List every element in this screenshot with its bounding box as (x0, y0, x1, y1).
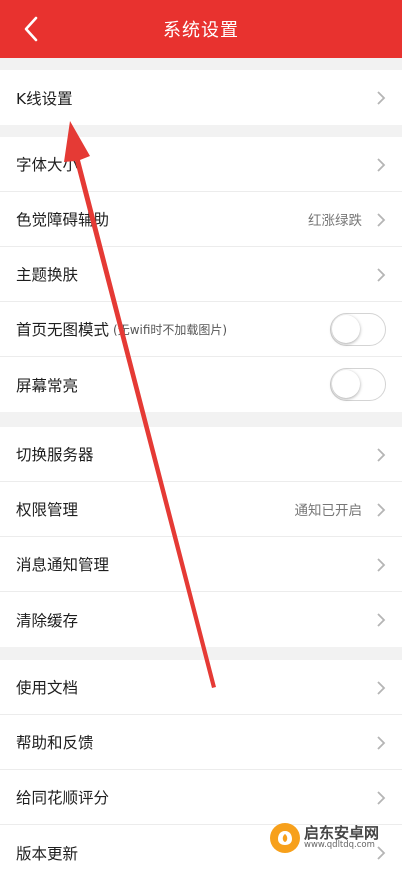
settings-row-docs[interactable]: 使用文档 (0, 660, 402, 715)
chevron-right-icon (377, 613, 386, 627)
chevron-right-icon (377, 268, 386, 282)
row-hint: (无wifi时不加载图片) (113, 322, 228, 337)
settings-row-notifications[interactable]: 消息通知管理 (0, 537, 402, 592)
row-label: 首页无图模式 (16, 321, 110, 339)
settings-row-no-image-mode: 首页无图模式 (无wifi时不加载图片) (0, 302, 402, 357)
chevron-right-icon (377, 558, 386, 572)
row-label: 主题换肤 (16, 266, 79, 284)
row-label: 色觉障碍辅助 (16, 211, 110, 229)
settings-group-display: 字体大小 色觉障碍辅助 红涨绿跌 主题换肤 首页无图模式 (无wifi时不加载图… (0, 137, 402, 412)
settings-row-permissions[interactable]: 权限管理 通知已开启 (0, 482, 402, 537)
row-label: 版本更新 (16, 844, 79, 863)
back-button[interactable] (14, 12, 48, 46)
settings-row-switch-server[interactable]: 切换服务器 (0, 427, 402, 482)
chevron-right-icon (377, 91, 386, 105)
row-label: 使用文档 (16, 679, 79, 697)
chevron-right-icon (377, 681, 386, 695)
screen-awake-toggle[interactable] (330, 368, 386, 401)
chevron-right-icon (377, 736, 386, 750)
toggle-knob (332, 370, 360, 398)
row-label: 清除缓存 (16, 611, 79, 630)
row-label: 权限管理 (16, 501, 79, 519)
row-value: 通知已开启 (294, 503, 363, 519)
chevron-right-icon (377, 448, 386, 462)
settings-row-font-size[interactable]: 字体大小 (0, 137, 402, 192)
row-label: K线设置 (16, 89, 73, 108)
settings-row-theme[interactable]: 主题换肤 (0, 247, 402, 302)
site-watermark: 启东安卓网 www.qdltdq.com (270, 820, 396, 856)
chevron-right-icon (377, 503, 386, 517)
settings-row-color-assist[interactable]: 色觉障碍辅助 红涨绿跌 (0, 192, 402, 247)
row-label: 消息通知管理 (16, 556, 110, 574)
row-label: 切换服务器 (16, 446, 94, 464)
settings-row-clear-cache[interactable]: 清除缓存 (0, 592, 402, 647)
settings-group-kline: K线设置 (0, 70, 402, 125)
row-label: 屏幕常亮 (16, 376, 79, 395)
row-label: 给同花顺评分 (16, 789, 110, 807)
settings-row-kline[interactable]: K线设置 (0, 70, 402, 125)
row-label: 帮助和反馈 (16, 734, 94, 752)
chevron-right-icon (377, 158, 386, 172)
row-value: 红涨绿跌 (308, 213, 362, 229)
chevron-right-icon (377, 213, 386, 227)
chevron-left-icon (24, 16, 38, 42)
chevron-right-icon (377, 791, 386, 805)
toggle-knob (332, 315, 360, 343)
page-title: 系统设置 (163, 20, 239, 41)
row-label: 字体大小 (16, 156, 79, 174)
settings-row-rate[interactable]: 给同花顺评分 (0, 770, 402, 825)
no-image-mode-toggle[interactable] (330, 313, 386, 346)
watermark-logo-icon (270, 823, 300, 853)
title-bar: 系统设置 (0, 0, 402, 58)
settings-group-system: 切换服务器 权限管理 通知已开启 消息通知管理 清除缓存 (0, 427, 402, 647)
settings-row-screen-awake: 屏幕常亮 (0, 357, 402, 412)
watermark-url: www.qdltdq.com (304, 840, 375, 851)
settings-row-help[interactable]: 帮助和反馈 (0, 715, 402, 770)
watermark-name: 启东安卓网 (304, 823, 380, 842)
